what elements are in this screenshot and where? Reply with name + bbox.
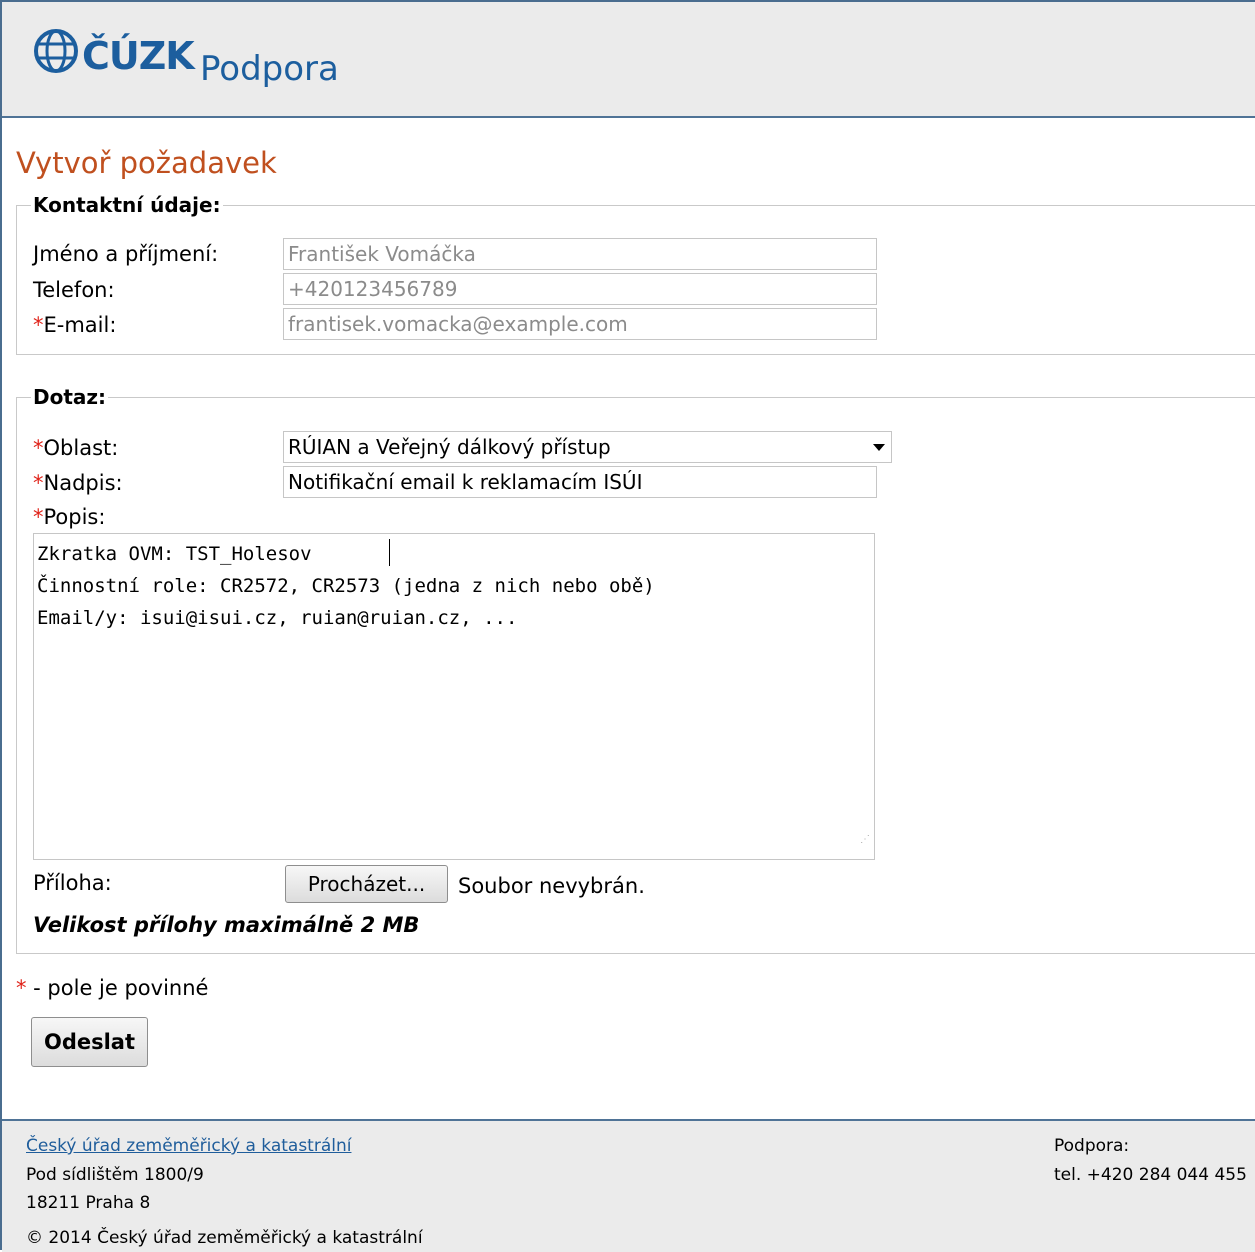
attachment-size-note: Velikost přílohy maximálně 2 MB — [33, 913, 420, 937]
description-textarea[interactable]: Zkratka OVM: TST_Holesov Činnostní role:… — [33, 533, 875, 860]
logo-text: ČÚZK — [82, 34, 195, 78]
description-line: Email/y: isui@isui.cz, ruian@ruian.cz, .… — [37, 607, 518, 629]
description-line: Zkratka OVM: TST_Holesov — [37, 543, 312, 565]
submit-button[interactable]: Odeslat — [31, 1017, 148, 1067]
org-link[interactable]: Český úřad zeměměřický a katastrální — [26, 1136, 351, 1156]
subject-label: Nadpis: — [43, 471, 123, 495]
area-label-row: *Oblast: — [33, 436, 118, 460]
name-label: Jméno a příjmení: — [33, 242, 219, 266]
contact-fieldset: Kontaktní údaje: Jméno a příjmení: Frant… — [16, 193, 1255, 355]
support-phone: tel. +420 284 044 455 — [1054, 1165, 1247, 1185]
subject-input[interactable]: Notifikační email k reklamacím ISÚI — [283, 466, 877, 498]
resize-grip-icon[interactable]: ⋰ — [860, 824, 870, 856]
copyright: © 2014 Český úřad zeměměřický a katastrá… — [26, 1228, 423, 1248]
description-line: Činnostní role: CR2572, CR2573 (jedna z … — [37, 575, 655, 597]
required-star: * — [33, 436, 44, 460]
subject-label-row: *Nadpis: — [33, 471, 123, 495]
required-star: * — [33, 505, 44, 529]
area-label: Oblast: — [43, 436, 119, 460]
required-star: * — [33, 471, 44, 495]
required-star: * — [16, 976, 27, 1000]
required-star: * — [33, 313, 44, 337]
address-line-2: 18211 Praha 8 — [26, 1193, 151, 1213]
header: ČÚZK Podpora — [2, 2, 1255, 118]
footer: Český úřad zeměměřický a katastrální Pod… — [2, 1119, 1255, 1252]
name-input[interactable]: František Vomáčka — [283, 238, 877, 270]
area-selected-value: RÚIAN a Veřejný dálkový přístup — [288, 435, 611, 459]
support-label: Podpora: — [1054, 1136, 1130, 1156]
required-note-text: - pole je povinné — [26, 976, 209, 1000]
attachment-label: Příloha: — [33, 871, 112, 895]
site-subtitle: Podpora — [200, 49, 339, 89]
text-cursor — [389, 539, 390, 566]
email-label: E-mail: — [43, 313, 117, 337]
query-legend: Dotaz: — [31, 385, 109, 409]
description-label: Popis: — [43, 505, 106, 529]
query-fieldset: Dotaz: *Oblast: RÚIAN a Veřejný dálkový … — [16, 385, 1255, 954]
page-title: Vytvoř požadavek — [16, 146, 277, 180]
email-input[interactable]: frantisek.vomacka@example.com — [283, 308, 877, 340]
email-label-row: *E-mail: — [33, 313, 116, 337]
contact-legend: Kontaktní údaje: — [31, 193, 223, 217]
phone-label: Telefon: — [33, 278, 115, 302]
description-label-row: *Popis: — [33, 505, 105, 529]
globe-logo-icon — [34, 29, 78, 73]
area-select[interactable]: RÚIAN a Veřejný dálkový přístup — [283, 431, 892, 463]
browse-button[interactable]: Procházet... — [285, 865, 448, 903]
phone-input[interactable]: +420123456789 — [283, 273, 877, 305]
address-line-1: Pod sídlištěm 1800/9 — [26, 1165, 204, 1185]
no-file-text: Soubor nevybrán. — [458, 874, 645, 898]
required-note: * - pole je povinné — [16, 976, 208, 1000]
chevron-down-icon — [873, 444, 885, 451]
